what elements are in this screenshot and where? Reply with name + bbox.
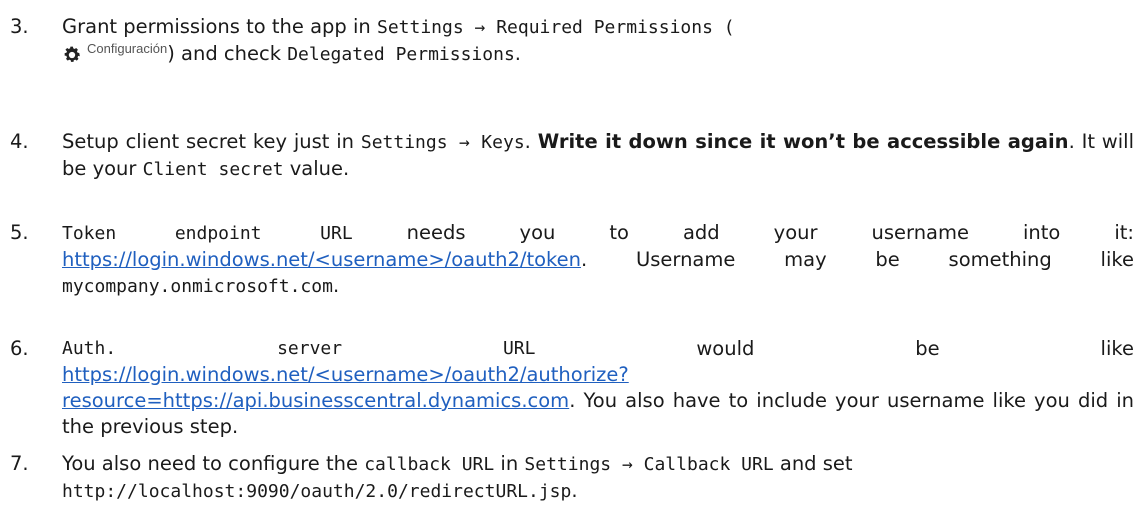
step-number: 6. xyxy=(10,337,29,360)
step-text: Auth. server URL would be like https://l… xyxy=(62,337,1134,438)
code-redirect-url: http://localhost:9090/oauth/2.0/redirect… xyxy=(62,481,572,502)
authorize-link-part1[interactable]: https://login.windows.net/<username>/oau… xyxy=(62,363,629,386)
list-item-step-4: 4. Setup client secret key just in Setti… xyxy=(6,129,1134,183)
authorize-link-part2[interactable]: resource=https://api.businesscentral.dyn… xyxy=(62,389,569,412)
step-number: 7. xyxy=(10,452,29,475)
step-text: Token endpoint URL needs you to add your… xyxy=(62,221,1134,297)
code-settings-keys: Settings → Keys xyxy=(360,132,525,153)
code-settings-required-permissions: Settings → Required Permissions ( xyxy=(376,17,735,38)
configuracion-badge: Configuración xyxy=(62,41,167,68)
code-settings-callback-url: Settings → Callback URL xyxy=(524,454,774,475)
code-token-endpoint-url: Token endpoint URL xyxy=(62,223,353,244)
step-number: 5. xyxy=(10,221,29,244)
step-6-first-line: Auth. server URL would be like xyxy=(62,337,1134,360)
step-text: Grant permissions to the app in Settings… xyxy=(62,14,1134,68)
code-callback-url: callback URL xyxy=(364,454,495,475)
list-item-step-6: 6. Auth. server URL would be like https:… xyxy=(6,336,1134,440)
step-number: 3. xyxy=(10,15,29,38)
gear-icon xyxy=(64,46,80,62)
list-item-step-5: 5. Token endpoint URL needs you to add y… xyxy=(6,220,1134,300)
step-text: You also need to configure the callback … xyxy=(62,452,853,502)
code-delegated-permissions: Delegated Permissions xyxy=(287,44,515,65)
list-item-step-3: 3. Grant permissions to the app in Setti… xyxy=(6,14,1134,68)
list-item-step-7: 7. You also need to configure the callba… xyxy=(6,451,1134,505)
step-number: 4. xyxy=(10,130,29,153)
configuracion-label: Configuración xyxy=(87,40,168,56)
document-page: 3. Grant permissions to the app in Setti… xyxy=(0,0,1146,529)
code-username-example: mycompany.onmicrosoft.com xyxy=(62,276,333,297)
step-text: Setup client secret key just in Settings… xyxy=(62,130,1135,180)
code-client-secret: Client secret xyxy=(142,159,284,180)
token-endpoint-link[interactable]: https://login.windows.net/<username>/oau… xyxy=(62,248,581,271)
warning-bold-text: Write it down since it won’t be accessib… xyxy=(537,130,1069,153)
